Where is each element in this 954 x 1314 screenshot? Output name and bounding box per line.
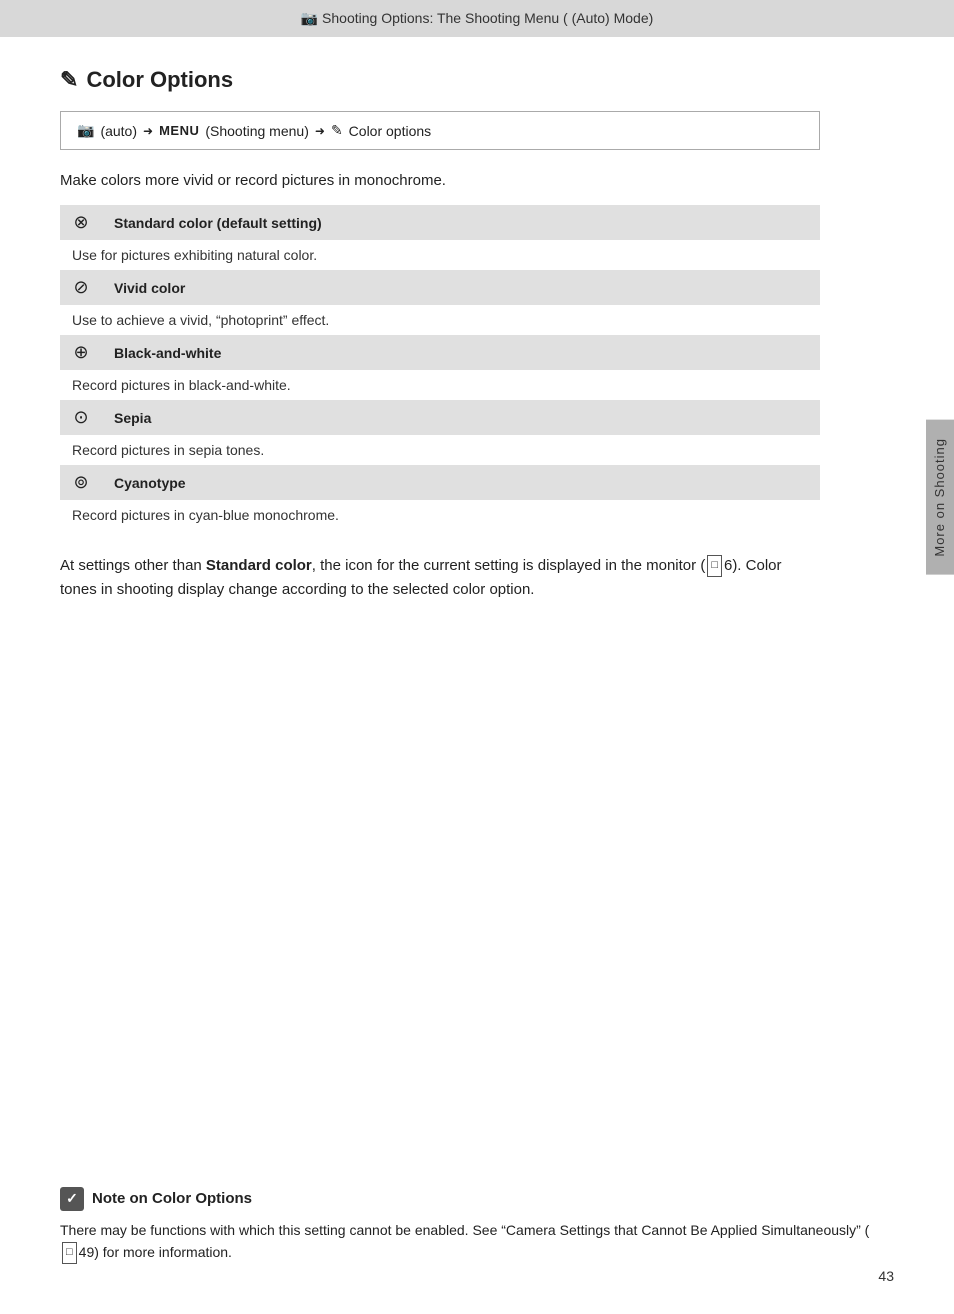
option-desc-cell: Record pictures in black-and-white. (60, 370, 820, 400)
option-name-cell: Cyanotype (102, 465, 820, 500)
title-icon: ✎ (60, 67, 78, 93)
option-name: Cyanotype (114, 475, 186, 491)
options-table: ⊗ Standard color (default setting) Use f… (60, 205, 820, 530)
note-body: There may be functions with which this s… (60, 1219, 874, 1264)
footer-bold: Standard color (206, 557, 312, 574)
note-title-text: Note on Color Options (92, 1190, 252, 1207)
book-ref-icon-note: □ (62, 1242, 77, 1264)
page-number: 43 (878, 1268, 894, 1284)
icon-cell: ⊘ (60, 270, 102, 305)
footer-text: At settings other than Standard color, t… (60, 554, 820, 602)
option-desc-cell: Use for pictures exhibiting natural colo… (60, 240, 820, 270)
option-name: Standard color (default setting) (114, 215, 322, 231)
nav-menu-desc: (Shooting menu) (205, 123, 309, 139)
nav-box: 📷 (auto) ➜ MENU (Shooting menu) ➜ ✎ Colo… (60, 111, 820, 150)
option-desc-text: Record pictures in cyan-blue monochrome. (72, 507, 339, 523)
header-camera-icon: 📷 (301, 10, 318, 26)
option-desc-text: Record pictures in black-and-white. (72, 377, 291, 393)
header-text: Shooting Options: The Shooting Menu ( (A… (322, 10, 653, 26)
icon-cell: ⊕ (60, 335, 102, 370)
nav-color-icon: ✎ (331, 122, 343, 139)
intro-text: Make colors more vivid or record picture… (60, 172, 820, 189)
standard-color-icon: ⊗ (73, 212, 88, 232)
note-checkmark-icon: ✓ (60, 1187, 84, 1211)
footer-text-part1: At settings other than (60, 557, 206, 574)
option-name: Sepia (114, 410, 151, 426)
nav-arrow1: ➜ (143, 124, 153, 138)
footer-text-part2: , the icon for the current setting is di… (312, 557, 706, 574)
note-ref: 49 (79, 1244, 95, 1260)
side-tab: More on Shooting (926, 420, 954, 575)
note-section: ✓ Note on Color Options There may be fun… (60, 1187, 874, 1264)
option-name-cell: Sepia (102, 400, 820, 435)
option-name: Black-and-white (114, 345, 221, 361)
option-desc-cell: Record pictures in sepia tones. (60, 435, 820, 465)
option-name: Vivid color (114, 280, 185, 296)
nav-auto-label: (auto) (100, 123, 137, 139)
note-body-text: There may be functions with which this s… (60, 1222, 869, 1238)
table-row: ⊕ Black-and-white (60, 335, 820, 370)
page-number-text: 43 (878, 1268, 894, 1284)
table-row: ⊙ Sepia (60, 400, 820, 435)
table-row: Record pictures in cyan-blue monochrome. (60, 500, 820, 530)
nav-menu-label: MENU (159, 123, 199, 138)
nav-camera-icon: 📷 (77, 122, 94, 139)
note-title: ✓ Note on Color Options (60, 1187, 874, 1211)
vivid-color-icon: ⊘ (73, 277, 88, 297)
table-row: Use for pictures exhibiting natural colo… (60, 240, 820, 270)
book-ref-icon: □ (707, 555, 722, 577)
title-text: Color Options (86, 67, 233, 93)
table-row: Use to achieve a vivid, “photoprint” eff… (60, 305, 820, 335)
table-row: Record pictures in black-and-white. (60, 370, 820, 400)
option-desc-cell: Record pictures in cyan-blue monochrome. (60, 500, 820, 530)
sepia-icon: ⊙ (73, 407, 88, 427)
option-name-cell: Vivid color (102, 270, 820, 305)
table-row: Record pictures in sepia tones. (60, 435, 820, 465)
option-desc-text: Use for pictures exhibiting natural colo… (72, 247, 317, 263)
table-row: ⊗ Standard color (default setting) (60, 205, 820, 240)
option-name-cell: Standard color (default setting) (102, 205, 820, 240)
option-name-cell: Black-and-white (102, 335, 820, 370)
page-header: 📷 Shooting Options: The Shooting Menu ( … (0, 0, 954, 37)
icon-cell: ⊚ (60, 465, 102, 500)
page-title: ✎ Color Options (60, 67, 820, 93)
table-row: ⊚ Cyanotype (60, 465, 820, 500)
table-row: ⊘ Vivid color (60, 270, 820, 305)
option-desc-cell: Use to achieve a vivid, “photoprint” eff… (60, 305, 820, 335)
icon-cell: ⊙ (60, 400, 102, 435)
nav-arrow2: ➜ (315, 124, 325, 138)
option-desc-text: Use to achieve a vivid, “photoprint” eff… (72, 312, 329, 328)
cyanotype-icon: ⊚ (73, 472, 88, 492)
black-and-white-icon: ⊕ (73, 342, 88, 362)
side-tab-text: More on Shooting (932, 438, 947, 557)
icon-cell: ⊗ (60, 205, 102, 240)
note-body-end: ) for more information. (94, 1244, 232, 1260)
option-desc-text: Record pictures in sepia tones. (72, 442, 264, 458)
nav-color-label: Color options (349, 123, 432, 139)
